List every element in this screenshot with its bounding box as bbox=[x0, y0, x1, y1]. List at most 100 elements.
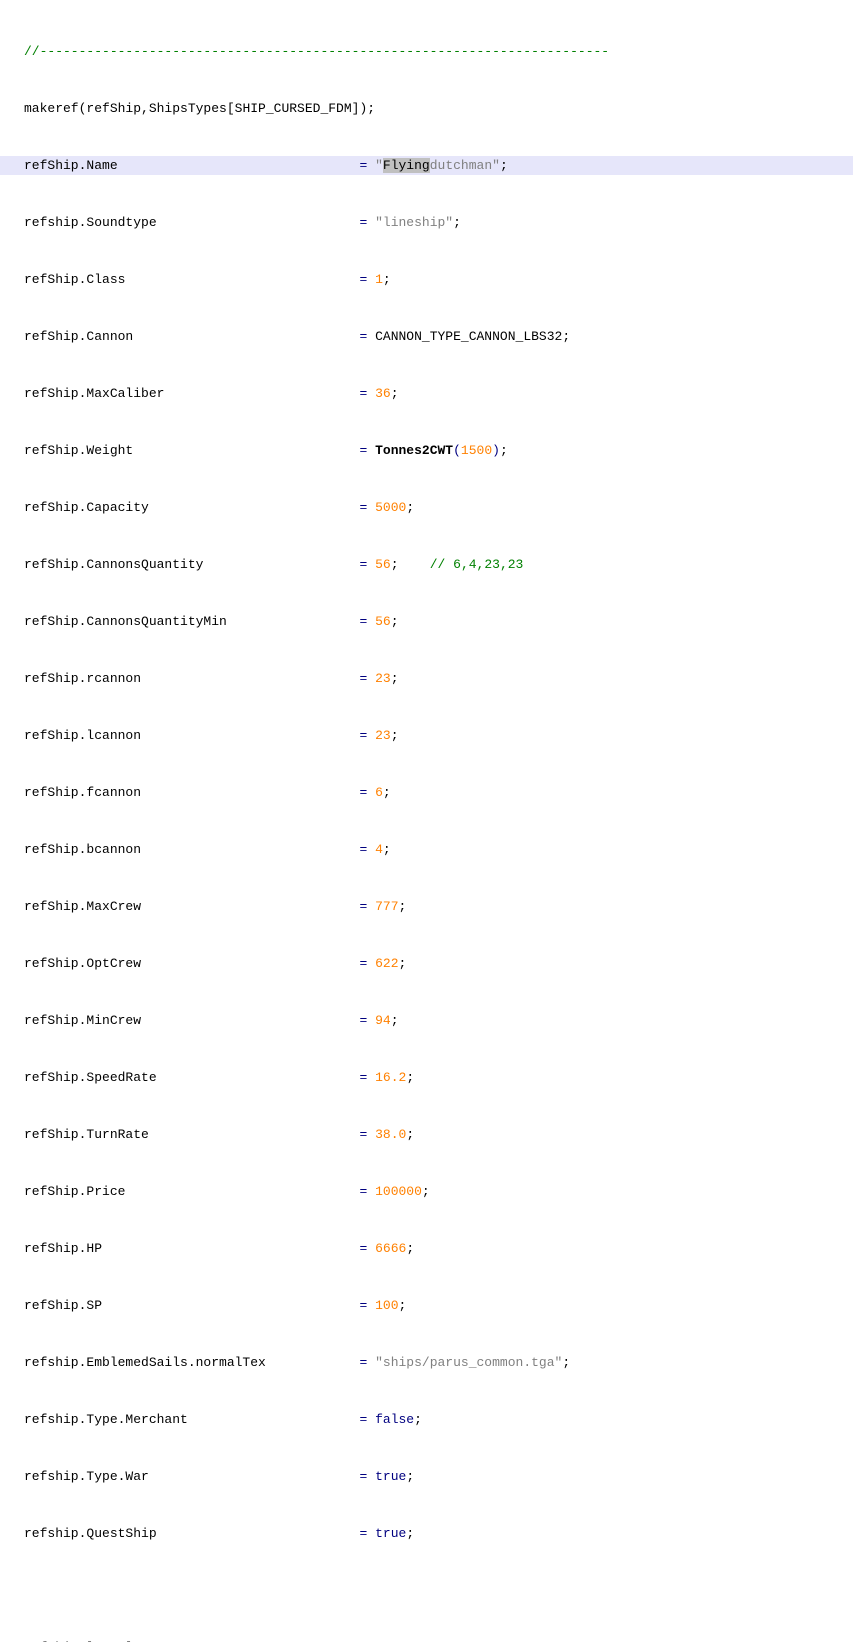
equals-sign: = bbox=[359, 842, 367, 857]
equals-sign: = bbox=[359, 1526, 367, 1541]
args-post: ]); bbox=[352, 101, 375, 116]
prop: refShip.MinCrew bbox=[24, 1013, 141, 1028]
prop: refShip.lowpolycrew bbox=[24, 1640, 172, 1642]
semicolon: ; bbox=[500, 443, 508, 458]
equals-sign: = bbox=[359, 557, 367, 572]
semicolon: ; bbox=[391, 614, 399, 629]
code-line: refShip.OptCrew = 622; bbox=[0, 954, 853, 973]
prop: refShip.SP bbox=[24, 1298, 102, 1313]
comment-dashes: //--------------------------------------… bbox=[24, 44, 609, 59]
value-const: CANNON_TYPE_CANNON_LBS32 bbox=[375, 329, 562, 344]
value-number: 36 bbox=[375, 386, 391, 401]
equals-sign: = bbox=[359, 158, 367, 173]
prop: refShip.CannonsQuantityMin bbox=[24, 614, 227, 629]
equals-sign: = bbox=[359, 785, 367, 800]
prop: refShip.Weight bbox=[24, 443, 133, 458]
value-bool: true bbox=[375, 1526, 406, 1541]
prop: refShip.MaxCrew bbox=[24, 899, 141, 914]
semicolon: ; bbox=[406, 1070, 414, 1085]
equals-sign: = bbox=[359, 443, 367, 458]
equals-sign: = bbox=[359, 386, 367, 401]
equals-sign: = bbox=[359, 272, 367, 287]
equals-sign: = bbox=[359, 215, 367, 230]
semicolon: ; bbox=[391, 1640, 399, 1642]
const-ship: SHIP_CURSED_FDM bbox=[235, 101, 352, 116]
prop: refShip.rcannon bbox=[24, 671, 141, 686]
code-line: refShip.HP = 6666; bbox=[0, 1239, 853, 1258]
code-line: refShip.Cannon = CANNON_TYPE_CANNON_LBS3… bbox=[0, 327, 853, 346]
semicolon: ; bbox=[391, 1013, 399, 1028]
quote-open: " bbox=[375, 158, 383, 173]
equals-sign: = bbox=[359, 614, 367, 629]
prop: refShip.Capacity bbox=[24, 500, 149, 515]
code-line: refShip.MaxCrew = 777; bbox=[0, 897, 853, 916]
equals-sign: = bbox=[359, 899, 367, 914]
prop: refShip.MaxCaliber bbox=[24, 386, 164, 401]
semicolon: ; bbox=[406, 1127, 414, 1142]
semicolon: ; bbox=[399, 1298, 407, 1313]
prop: refship.EmblemedSails.normalTex bbox=[24, 1355, 266, 1370]
semicolon: ; bbox=[453, 215, 461, 230]
prop: refShip.bcannon bbox=[24, 842, 141, 857]
semicolon: ; bbox=[406, 1241, 414, 1256]
selected-text: Flying bbox=[383, 158, 430, 173]
semicolon: ; bbox=[562, 1355, 570, 1370]
semicolon: ; bbox=[406, 1526, 414, 1541]
value-number: 24 bbox=[375, 1640, 391, 1642]
semicolon: ; bbox=[500, 158, 508, 173]
equals-sign: = bbox=[359, 1184, 367, 1199]
prop: refShip.HP bbox=[24, 1241, 102, 1256]
value-number: 56 bbox=[375, 557, 391, 572]
semicolon: ; bbox=[383, 785, 391, 800]
equals-sign: = bbox=[359, 1070, 367, 1085]
code-line: refShip.rcannon = 23; bbox=[0, 669, 853, 688]
paren-open: ( bbox=[453, 443, 461, 458]
func-call: makeref bbox=[24, 101, 79, 116]
semicolon: ; bbox=[414, 1412, 422, 1427]
value-bool: true bbox=[375, 1469, 406, 1484]
equals-sign: = bbox=[359, 1640, 367, 1642]
code-line: refShip.Capacity = 5000; bbox=[0, 498, 853, 517]
prop: refShip.TurnRate bbox=[24, 1127, 149, 1142]
semicolon: ; bbox=[383, 272, 391, 287]
prop: refship.Type.War bbox=[24, 1469, 149, 1484]
semicolon: ; bbox=[391, 671, 399, 686]
value-string: "ships/parus_common.tga" bbox=[375, 1355, 562, 1370]
value-number: 1 bbox=[375, 272, 383, 287]
prop: refShip.OptCrew bbox=[24, 956, 141, 971]
func-name: Tonnes2CWT bbox=[375, 443, 453, 458]
code-line: refShip.Price = 100000; bbox=[0, 1182, 853, 1201]
prop: refShip.Name bbox=[24, 158, 118, 173]
value-number: 94 bbox=[375, 1013, 391, 1028]
equals-sign: = bbox=[359, 329, 367, 344]
paren-close: ) bbox=[492, 443, 500, 458]
code-line: refship.EmblemedSails.normalTex = "ships… bbox=[0, 1353, 853, 1372]
prop: refShip.SpeedRate bbox=[24, 1070, 157, 1085]
code-line: refShip.CannonsQuantity = 56; // 6,4,23,… bbox=[0, 555, 853, 574]
value-number: 4 bbox=[375, 842, 383, 857]
value-number: 5000 bbox=[375, 500, 406, 515]
semicolon: ; bbox=[406, 1469, 414, 1484]
equals-sign: = bbox=[359, 671, 367, 686]
code-line: refShip.MaxCaliber = 36; bbox=[0, 384, 853, 403]
value-number: 100 bbox=[375, 1298, 398, 1313]
code-line: refship.Type.War = true; bbox=[0, 1467, 853, 1486]
semicolon: ; bbox=[406, 500, 414, 515]
code-line: refShip.TurnRate = 38.0; bbox=[0, 1125, 853, 1144]
value-string: "lineship" bbox=[375, 215, 453, 230]
equals-sign: = bbox=[359, 1298, 367, 1313]
value-number: 23 bbox=[375, 728, 391, 743]
prop: refship.QuestShip bbox=[24, 1526, 157, 1541]
value-bool: false bbox=[375, 1412, 414, 1427]
semicolon: ; bbox=[391, 728, 399, 743]
semicolon: ; bbox=[399, 899, 407, 914]
equals-sign: = bbox=[359, 728, 367, 743]
semicolon: ; bbox=[383, 842, 391, 857]
code-line: refShip.Weight = Tonnes2CWT(1500); bbox=[0, 441, 853, 460]
value-number: 16.2 bbox=[375, 1070, 406, 1085]
prop: refShip.Cannon bbox=[24, 329, 133, 344]
code-line: refship.QuestShip = true; bbox=[0, 1524, 853, 1543]
code-line: refship.Soundtype = "lineship"; bbox=[0, 213, 853, 232]
code-line: refShip.Class = 1; bbox=[0, 270, 853, 289]
value-number: 56 bbox=[375, 614, 391, 629]
